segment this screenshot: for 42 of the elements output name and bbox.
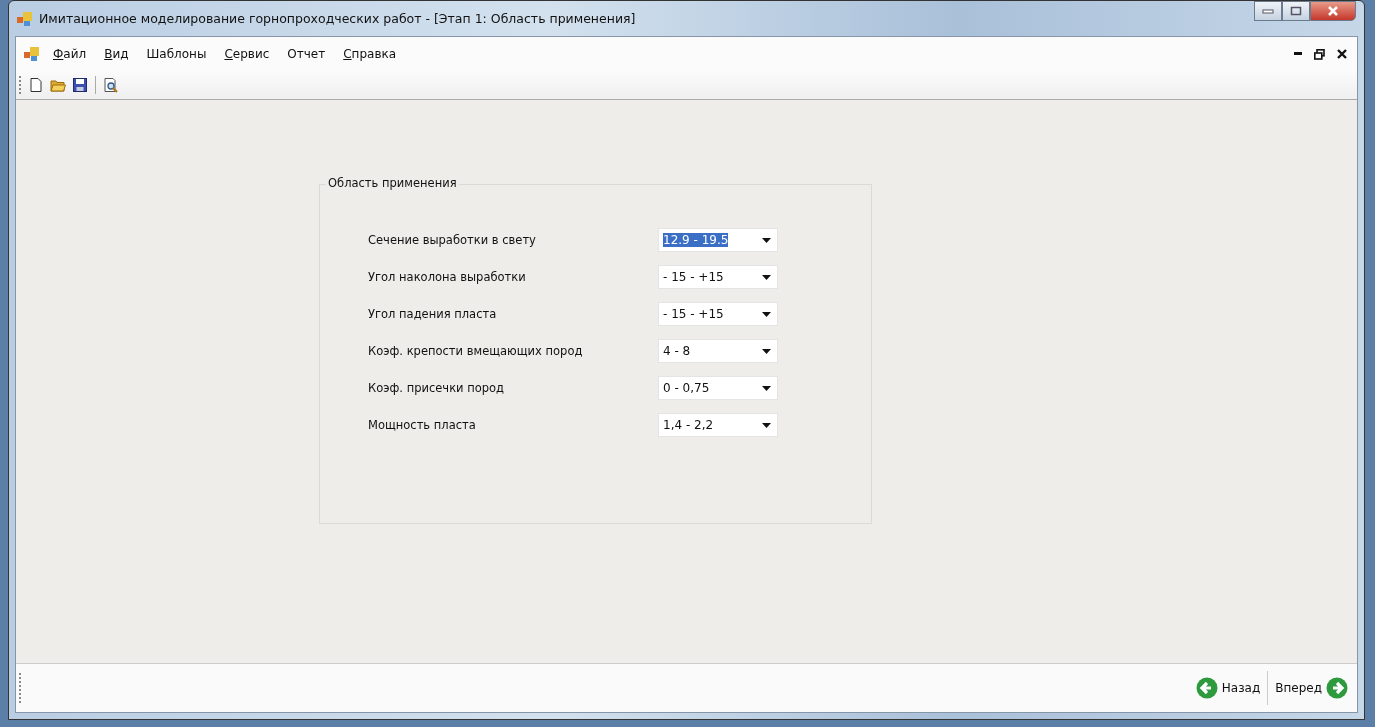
forward-button[interactable]: Вперед	[1272, 673, 1351, 703]
new-document-icon[interactable]	[27, 76, 45, 94]
field-label: Угол падения пласта	[368, 307, 498, 321]
dropdown-arrow-icon[interactable]	[762, 274, 771, 280]
restore-icon[interactable]	[1314, 48, 1325, 60]
minimize-icon	[1262, 8, 1274, 14]
dropdown-arrow-icon[interactable]	[762, 422, 771, 428]
field-label: Угол наколона выработки	[368, 270, 527, 284]
minimize-icon[interactable]	[1294, 52, 1302, 56]
dropdown-field[interactable]: - 15 - +15	[658, 265, 778, 289]
dropdown-arrow-icon[interactable]	[762, 311, 771, 317]
group-title: Область применения	[326, 176, 459, 190]
close-icon	[1327, 6, 1339, 16]
save-icon[interactable]	[71, 76, 89, 94]
app-icon[interactable]	[24, 47, 40, 61]
back-button[interactable]: Назад	[1192, 673, 1264, 703]
menu-item[interactable]: Справка	[334, 44, 406, 64]
menu-item[interactable]: Сервис	[215, 44, 279, 64]
app-icon	[17, 11, 33, 26]
maximize-button[interactable]	[1282, 1, 1310, 21]
dropdown-arrow-icon[interactable]	[762, 348, 771, 354]
field-label: Сечение выработки в свету	[368, 233, 537, 247]
menu-item[interactable]: Вид	[95, 44, 138, 64]
dropdown-field[interactable]: - 15 - +15	[658, 302, 778, 326]
window-title: Имитационное моделирование горнопроходческих работ - [Этап 1: Область применения]	[39, 11, 636, 26]
minimize-button[interactable]	[1254, 1, 1282, 21]
field-label: Коэф. присечки пород	[368, 381, 506, 395]
dropdown-field[interactable]: 1,4 - 2,2	[658, 413, 778, 437]
close-button[interactable]	[1310, 1, 1356, 21]
dropdown-arrow-icon[interactable]	[762, 385, 771, 391]
close-icon[interactable]	[1337, 49, 1347, 59]
dropdown-field[interactable]: 0 - 0,75	[658, 376, 778, 400]
dropdown-field[interactable]: 12.9 - 19.5	[658, 228, 778, 252]
menu-item[interactable]: Файл	[44, 44, 96, 64]
print-preview-icon[interactable]	[102, 76, 120, 94]
dropdown-field[interactable]: 4 - 8	[658, 339, 778, 363]
maximize-icon	[1290, 6, 1302, 16]
field-label: Коэф. крепости вмещающих пород	[368, 344, 584, 358]
menu-item[interactable]: Отчет	[278, 44, 335, 64]
field-label: Мощность пласта	[368, 418, 477, 432]
menu-item[interactable]: Шаблоны	[137, 44, 216, 64]
dropdown-arrow-icon[interactable]	[762, 237, 771, 243]
